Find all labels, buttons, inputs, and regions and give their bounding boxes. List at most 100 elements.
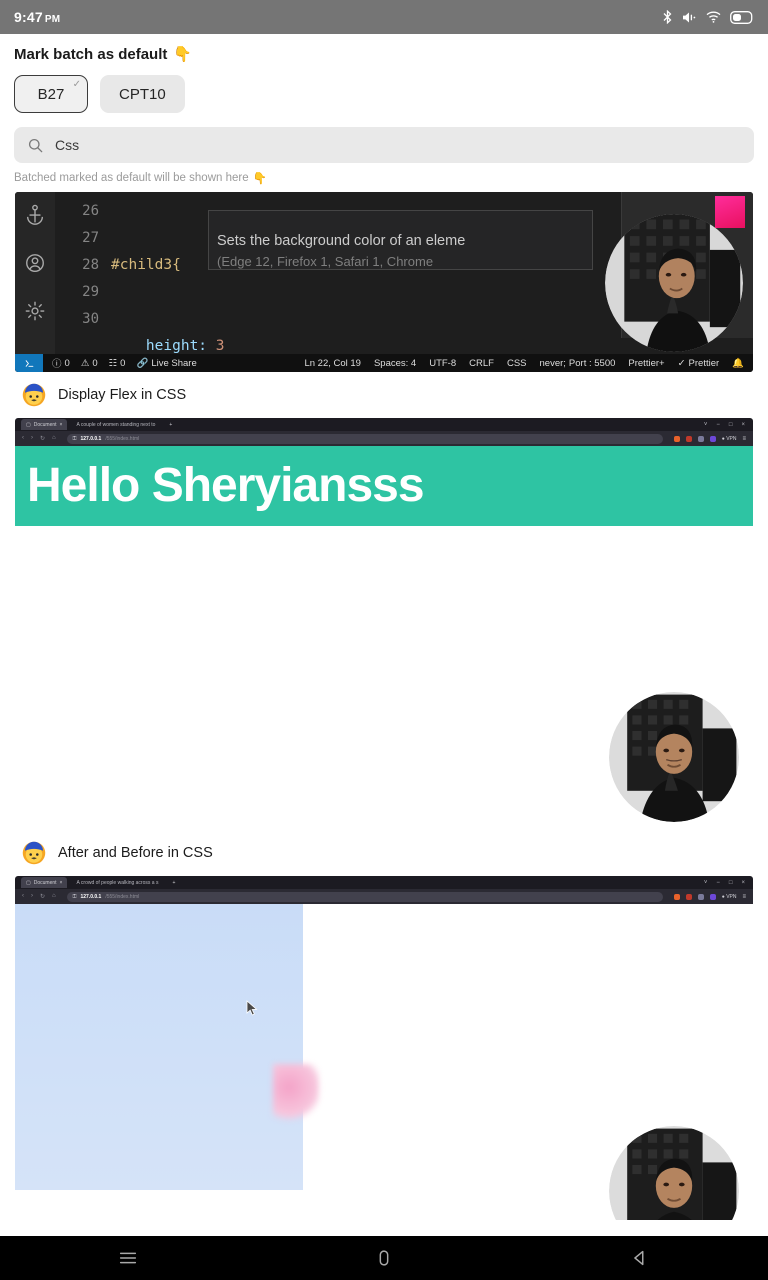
extension-icon[interactable] xyxy=(697,893,704,900)
close-icon[interactable]: × xyxy=(60,880,63,886)
warning-count-value: 0 xyxy=(92,357,98,369)
address-bar[interactable]: ⚿ 127.0.0.1/555/index.html xyxy=(66,433,663,444)
live-share-button[interactable]: 🔗 Live Share xyxy=(136,358,196,369)
home-icon[interactable]: ⌂ xyxy=(52,435,56,442)
address-bar[interactable]: ⚿ 127.0.0.1/555/index.html xyxy=(66,891,663,902)
maximize-icon[interactable]: □ xyxy=(729,422,733,428)
remote-glyph-icon xyxy=(25,359,33,367)
search-bar[interactable]: Css xyxy=(14,127,754,163)
clock-ampm: PM xyxy=(44,14,61,25)
browser-tab-inactive[interactable]: A couple of women standing next to xyxy=(71,419,160,430)
editor-activity-bar xyxy=(15,192,55,372)
maximize-icon[interactable]: □ xyxy=(729,880,733,886)
mouse-cursor-icon xyxy=(246,1000,258,1016)
vpn-status[interactable]: ● VPN xyxy=(722,894,737,900)
reload-icon[interactable]: ↻ xyxy=(40,893,45,900)
close-icon[interactable]: × xyxy=(741,422,745,428)
ports-count[interactable]: ☷ 0 xyxy=(109,358,126,369)
page-title: Mark batch as default 👇 xyxy=(0,34,768,64)
indentation-setting[interactable]: Spaces: 4 xyxy=(374,358,416,369)
recents-button[interactable] xyxy=(117,1247,139,1269)
nav-buttons: ‹ › ↻ ⌂ xyxy=(22,893,56,900)
home-button[interactable] xyxy=(373,1247,395,1269)
status-bar-clock: 9:47 PM xyxy=(14,9,60,25)
batch-chip-b27[interactable]: B27 ✓ xyxy=(14,75,88,113)
video-thumbnail-hello-sheryiansss[interactable]: ▢ Document × A couple of women standing … xyxy=(15,418,753,830)
pointing-down-icon: 👇 xyxy=(173,46,193,63)
new-tab-button[interactable]: + xyxy=(164,419,177,430)
extension-icon[interactable] xyxy=(685,435,692,442)
new-tab-button[interactable]: + xyxy=(167,877,180,888)
url-path: /555/index.html xyxy=(105,893,140,900)
browser-nav-bar: ‹ › ↻ ⌂ ⚿ 127.0.0.1/555/index.html ● VPN… xyxy=(15,431,753,446)
close-icon[interactable]: × xyxy=(741,880,745,886)
video-thumbnail-vscode[interactable]: 26 27 28 29 30 #child3{ height: 3 width:… xyxy=(15,192,753,372)
browser-toolbar-icons: ● VPN ≡ xyxy=(673,893,746,900)
menu-icon[interactable]: ≡ xyxy=(742,436,746,442)
line-number: 28 xyxy=(82,257,99,273)
account-icon[interactable] xyxy=(709,435,716,442)
bell-icon[interactable]: 🔔 xyxy=(732,358,744,369)
chevron-down-icon[interactable]: ˅ xyxy=(704,422,708,428)
extension-icon[interactable] xyxy=(685,893,692,900)
browser-tab-title: A crowd of people walking across a s xyxy=(76,879,159,886)
close-icon[interactable]: × xyxy=(60,422,63,428)
batch-chip-cpt10[interactable]: CPT10 xyxy=(100,75,185,113)
video-title: Display Flex in CSS xyxy=(58,387,187,403)
menu-icon[interactable]: ≡ xyxy=(742,894,746,900)
pink-blob-element xyxy=(273,1064,319,1122)
live-server-port[interactable]: never; Port : 5500 xyxy=(540,358,616,369)
shield-icon: ⚿ xyxy=(72,435,77,442)
error-count-value: 0 xyxy=(64,357,70,369)
browser-tab-active[interactable]: ▢ Document × xyxy=(21,877,68,888)
prettier-plus-status[interactable]: Prettier+ xyxy=(628,358,664,369)
forward-icon[interactable]: › xyxy=(31,435,33,442)
extension-icon[interactable] xyxy=(697,435,704,442)
home-icon[interactable]: ⌂ xyxy=(52,893,56,900)
pink-box-element xyxy=(715,196,745,228)
eol-setting[interactable]: CRLF xyxy=(469,358,494,369)
back-icon[interactable]: ‹ xyxy=(22,893,24,900)
encoding-setting[interactable]: UTF-8 xyxy=(429,358,456,369)
warning-count[interactable]: ⚠ 0 xyxy=(81,358,98,369)
remote-icon[interactable] xyxy=(15,354,43,372)
account-icon[interactable] xyxy=(709,893,716,900)
search-input[interactable]: Css xyxy=(55,137,79,153)
language-mode[interactable]: CSS xyxy=(507,358,527,369)
browser-tab-title: A couple of women standing next to xyxy=(76,421,156,428)
extension-icon[interactable] xyxy=(673,435,680,442)
forward-icon[interactable]: › xyxy=(31,893,33,900)
prettier-status[interactable]: ✓ Prettier xyxy=(678,358,720,369)
back-button[interactable] xyxy=(629,1247,651,1269)
minimize-icon[interactable]: − xyxy=(716,880,720,886)
pointing-down-icon: 👇 xyxy=(252,173,267,185)
webcam-overlay xyxy=(609,692,739,822)
live-server-port-label: Port : 5500 xyxy=(568,357,616,369)
video-title-row-2[interactable]: After and Before in CSS xyxy=(0,830,768,876)
reload-icon[interactable]: ↻ xyxy=(40,435,45,442)
error-count[interactable]: ⓘ 0 xyxy=(52,356,70,371)
account-icon xyxy=(26,254,44,272)
avatar xyxy=(22,383,46,407)
page-title-text: Mark batch as default xyxy=(14,45,168,63)
back-icon[interactable]: ‹ xyxy=(22,435,24,442)
vpn-status[interactable]: ● VPN xyxy=(722,436,737,442)
line-number: 29 xyxy=(82,284,99,300)
url-host: 127.0.0.1 xyxy=(80,435,102,442)
editor-line-numbers: 26 27 28 29 30 xyxy=(55,192,107,372)
browser-tab-inactive[interactable]: A crowd of people walking across a s xyxy=(71,877,163,888)
chevron-down-icon[interactable]: ˅ xyxy=(704,880,708,886)
presenter-photo xyxy=(609,692,739,822)
video-feed: 26 27 28 29 30 #child3{ height: 3 width:… xyxy=(0,192,768,1220)
presenter-photo xyxy=(609,1126,739,1220)
video-title-row-1[interactable]: Display Flex in CSS xyxy=(0,372,768,418)
minimize-icon[interactable]: − xyxy=(716,422,720,428)
extension-icon[interactable] xyxy=(673,893,680,900)
cursor-position[interactable]: Ln 22, Col 19 xyxy=(304,358,361,369)
line-number: 30 xyxy=(82,311,99,327)
browser-tab-title: Document xyxy=(33,879,57,886)
url-path: /555/index.html xyxy=(105,435,140,442)
browser-tab-active[interactable]: ▢ Document × xyxy=(21,419,68,430)
video-thumbnail-blue-panel[interactable]: ▢ Document × A crowd of people walking a… xyxy=(15,876,753,1220)
window-controls: ˅ − □ × xyxy=(704,422,753,428)
